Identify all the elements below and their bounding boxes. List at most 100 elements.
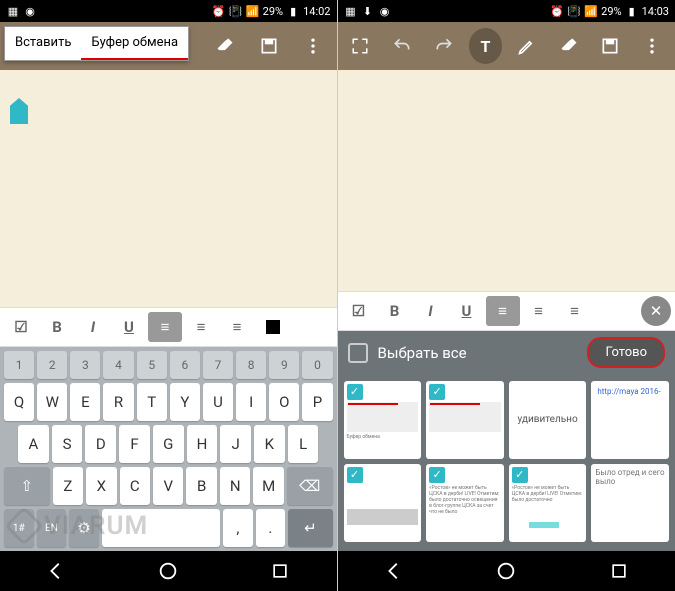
key-g[interactable]: G [153, 425, 184, 463]
key-e[interactable]: E [70, 383, 100, 421]
key-u[interactable]: U [203, 383, 233, 421]
comma-key[interactable]: , [223, 509, 253, 547]
key-i[interactable]: I [236, 383, 266, 421]
note-canvas[interactable] [0, 70, 337, 307]
key-c[interactable]: C [120, 467, 150, 505]
key-w[interactable]: W [37, 383, 67, 421]
eraser-icon[interactable] [207, 28, 243, 64]
key-h[interactable]: H [187, 425, 218, 463]
align-left-button[interactable]: ≡ [486, 296, 520, 326]
key-p[interactable]: P [302, 383, 332, 421]
lang-key[interactable]: EN [37, 509, 67, 547]
select-all-label: Выбрать все [378, 344, 578, 362]
key-y[interactable]: Y [170, 383, 200, 421]
key-f[interactable]: F [119, 425, 150, 463]
home-button[interactable] [148, 556, 188, 586]
battery-percent: 29% [601, 5, 621, 18]
key-t[interactable]: T [137, 383, 167, 421]
key-2[interactable]: 2 [37, 351, 67, 379]
redo-icon[interactable] [427, 28, 461, 64]
key-o[interactable]: O [269, 383, 299, 421]
clip-item[interactable]: ✓ «Ростов» не может быть ЦСКА в дерби! L… [509, 464, 587, 542]
clip-item[interactable]: ✓ [344, 464, 422, 542]
text-tool-icon[interactable]: T [469, 28, 503, 64]
key-b[interactable]: B [186, 467, 216, 505]
key-x[interactable]: X [86, 467, 116, 505]
note-canvas[interactable] [338, 70, 675, 291]
clip-item[interactable]: ✓ Буфер обмена [344, 381, 422, 459]
eraser-icon[interactable] [552, 28, 586, 64]
key-8[interactable]: 8 [236, 351, 266, 379]
clip-text: Было отред и сего выло [595, 468, 664, 486]
symbols-key[interactable]: 1# [4, 509, 34, 547]
key-k[interactable]: K [254, 425, 285, 463]
align-right-button[interactable]: ≡ [558, 296, 592, 326]
back-button[interactable] [374, 556, 414, 586]
key-1[interactable]: 1 [4, 351, 34, 379]
clip-item[interactable]: Было отред и сего выло [591, 464, 669, 542]
key-j[interactable]: J [220, 425, 251, 463]
italic-button[interactable]: I [414, 296, 448, 326]
key-s[interactable]: S [52, 425, 83, 463]
save-icon[interactable] [594, 28, 628, 64]
key-6[interactable]: 6 [170, 351, 200, 379]
shift-key[interactable]: ⇧ [4, 467, 50, 505]
navigation-bar [0, 551, 337, 591]
key-7[interactable]: 7 [203, 351, 233, 379]
settings-key[interactable]: ⚙ [69, 509, 99, 547]
paste-menu-item[interactable]: Вставить [5, 27, 81, 60]
key-0[interactable]: 0 [302, 351, 332, 379]
dot-key[interactable]: . [256, 509, 286, 547]
key-3[interactable]: 3 [70, 351, 100, 379]
pen-icon[interactable] [510, 28, 544, 64]
recent-button[interactable] [599, 556, 639, 586]
clip-item[interactable]: ✓ «Ростов» не может быть ЦСКА в дерби! L… [426, 464, 504, 542]
clip-item[interactable]: удивительно [509, 381, 587, 459]
save-icon[interactable] [251, 28, 287, 64]
key-9[interactable]: 9 [269, 351, 299, 379]
clip-item[interactable]: ✓ [426, 381, 504, 459]
key-l[interactable]: L [288, 425, 319, 463]
space-key[interactable] [102, 509, 220, 547]
key-5[interactable]: 5 [137, 351, 167, 379]
key-v[interactable]: V [153, 467, 183, 505]
home-button[interactable] [486, 556, 526, 586]
clip-item[interactable]: http://maya 2016- [591, 381, 669, 459]
key-m[interactable]: M [253, 467, 283, 505]
more-icon[interactable] [295, 28, 331, 64]
app-toolbar: T [338, 22, 675, 70]
key-a[interactable]: A [18, 425, 49, 463]
color-button[interactable] [256, 312, 290, 342]
align-center-button[interactable]: ≡ [522, 296, 556, 326]
underline-button[interactable]: U [112, 312, 146, 342]
back-button[interactable] [36, 556, 76, 586]
checklist-button[interactable]: ☑ [342, 296, 376, 326]
align-center-button[interactable]: ≡ [184, 312, 218, 342]
done-button[interactable]: Готово [587, 337, 665, 368]
clipboard-menu-item[interactable]: Буфер обмена [81, 27, 188, 60]
enter-key[interactable]: ↵ [288, 509, 332, 547]
bold-button[interactable]: B [378, 296, 412, 326]
bold-button[interactable]: B [40, 312, 74, 342]
key-4[interactable]: 4 [103, 351, 133, 379]
select-all-checkbox[interactable] [348, 343, 368, 363]
undo-icon[interactable] [385, 28, 419, 64]
checklist-button[interactable]: ☑ [4, 312, 38, 342]
underline-button[interactable]: U [450, 296, 484, 326]
backspace-key[interactable]: ⌫ [287, 467, 333, 505]
align-right-button[interactable]: ≡ [220, 312, 254, 342]
close-button[interactable]: ✕ [641, 296, 671, 326]
battery-percent: 29% [263, 5, 283, 18]
key-r[interactable]: R [103, 383, 133, 421]
align-left-button[interactable]: ≡ [148, 312, 182, 342]
more-icon[interactable] [635, 28, 669, 64]
key-q[interactable]: Q [4, 383, 34, 421]
key-z[interactable]: Z [53, 467, 83, 505]
text-cursor-handle[interactable] [10, 98, 28, 124]
italic-button[interactable]: I [76, 312, 110, 342]
clip-text: удивительно [517, 414, 577, 425]
fullscreen-icon[interactable] [344, 28, 378, 64]
key-n[interactable]: N [220, 467, 250, 505]
recent-button[interactable] [260, 556, 300, 586]
key-d[interactable]: D [85, 425, 116, 463]
